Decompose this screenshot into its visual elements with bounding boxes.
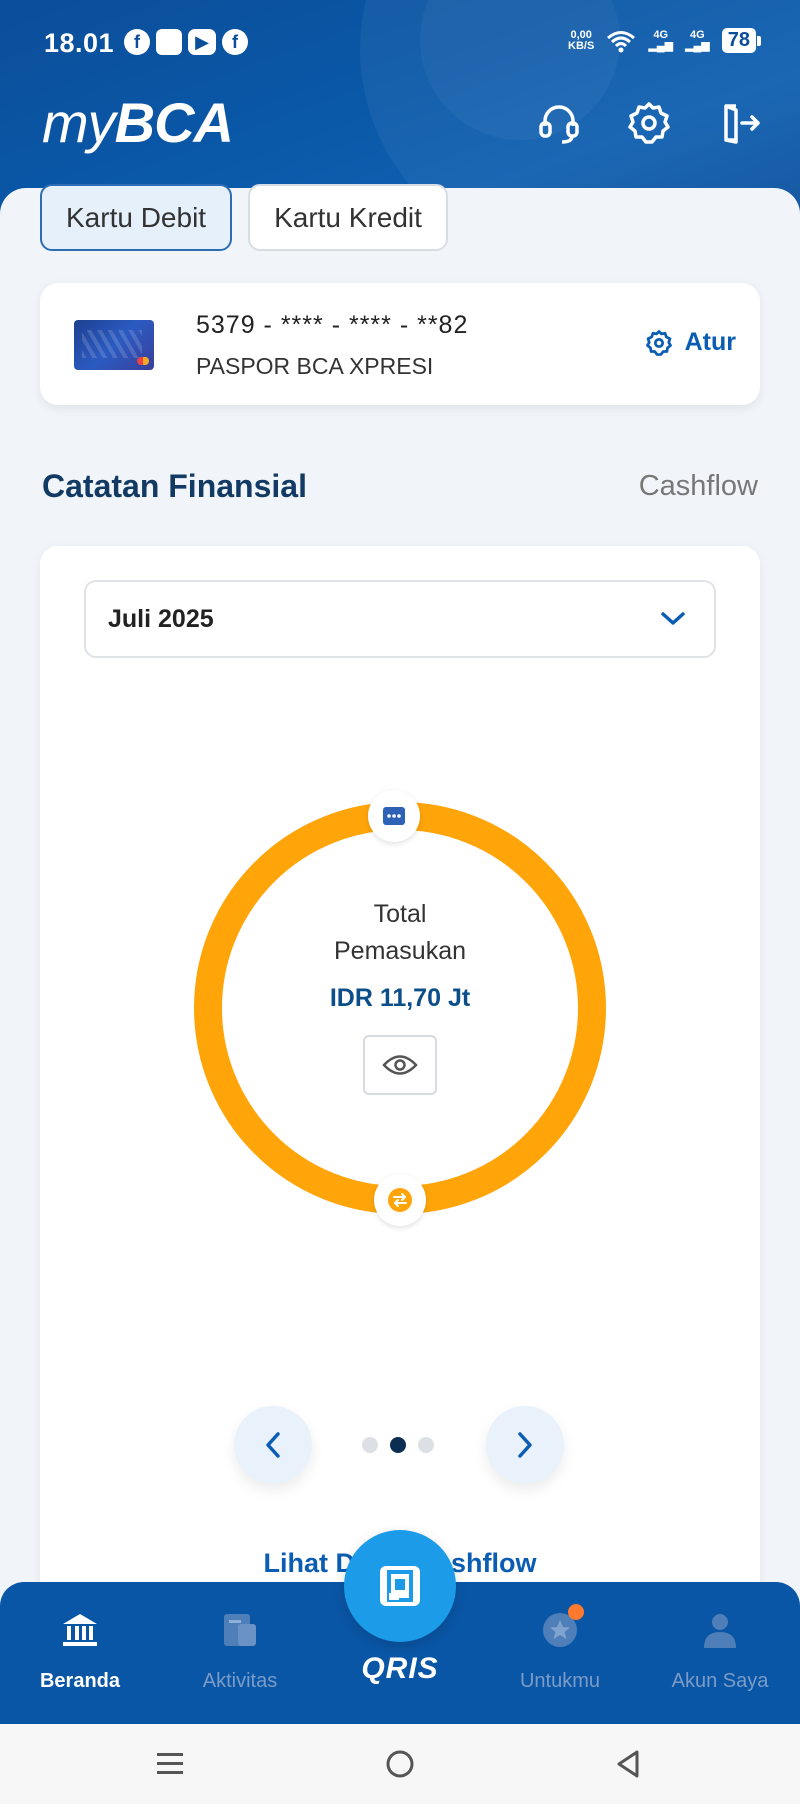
facebook-icon: f bbox=[222, 29, 248, 55]
activity-icon bbox=[218, 1608, 262, 1652]
gear-icon bbox=[645, 329, 672, 356]
more-icon bbox=[383, 807, 405, 825]
logout-icon[interactable] bbox=[714, 98, 764, 148]
card-image bbox=[74, 320, 154, 370]
signal-indicator-2: 4G ▂▄▆ bbox=[685, 28, 710, 52]
donut-title-line1: Total bbox=[373, 900, 427, 928]
transfer-icon bbox=[388, 1188, 412, 1212]
cashflow-link[interactable]: Cashflow bbox=[639, 470, 758, 503]
finance-panel: Juli 2025 Total Pemasukan IDR 11,70 Jt L… bbox=[40, 546, 760, 1606]
nav-untukmu[interactable]: Untukmu bbox=[480, 1582, 640, 1724]
bank-icon bbox=[58, 1608, 102, 1652]
nav-aktivitas[interactable]: Aktivitas bbox=[160, 1582, 320, 1724]
youtube-icon: ▶ bbox=[188, 29, 216, 55]
person-icon bbox=[698, 1608, 742, 1652]
pagination-dots bbox=[362, 1437, 434, 1453]
nav-label: Untukmu bbox=[519, 1670, 601, 1692]
nav-akun-saya[interactable]: Akun Saya bbox=[640, 1582, 800, 1724]
pagination-dot[interactable] bbox=[418, 1437, 434, 1453]
wifi-icon bbox=[607, 30, 636, 52]
facebook-icon: f bbox=[124, 29, 150, 55]
qris-scan-icon bbox=[380, 1566, 420, 1606]
notification-badge bbox=[568, 1604, 584, 1620]
toggle-visibility-button[interactable] bbox=[363, 1035, 437, 1095]
section-title: Catatan Finansial bbox=[42, 468, 307, 504]
donut-center: Total Pemasukan IDR 11,70 Jt bbox=[200, 896, 600, 1095]
pagination-dot-active[interactable] bbox=[390, 1437, 406, 1453]
notification-icons: f ▶ f bbox=[124, 29, 248, 55]
donut-title-line2: Pemasukan bbox=[333, 937, 467, 965]
card-number: 5379 - **** - **** - **82 bbox=[196, 311, 469, 339]
net-speed: 0,00 KB/S bbox=[568, 28, 595, 52]
card-type-tabs: Kartu Debit Kartu Kredit bbox=[40, 184, 448, 251]
chevron-left-icon bbox=[266, 1432, 280, 1458]
header-actions bbox=[534, 98, 764, 148]
tab-kartu-kredit[interactable]: Kartu Kredit bbox=[248, 184, 448, 251]
atur-button[interactable]: Atur bbox=[645, 328, 736, 357]
nav-label: Akun Saya bbox=[671, 1670, 769, 1692]
eye-icon bbox=[382, 1055, 418, 1075]
app-notification-icon bbox=[156, 29, 182, 55]
status-bar: 18.01 f ▶ f 0,00 KB/S 4G ▂▄▆ 4G ▂▄▆ 78 bbox=[0, 0, 800, 84]
debit-card-summary[interactable]: 5379 - **** - **** - **82 PASPOR BCA XPR… bbox=[40, 283, 760, 405]
status-time: 18.01 bbox=[44, 28, 115, 58]
nav-label: Beranda bbox=[39, 1670, 121, 1692]
chevron-right-icon bbox=[518, 1432, 532, 1458]
next-chart-button[interactable] bbox=[486, 1406, 564, 1484]
headset-icon[interactable] bbox=[534, 98, 584, 148]
pagination-dot[interactable] bbox=[362, 1437, 378, 1453]
home-icon[interactable] bbox=[376, 1740, 424, 1788]
nav-beranda[interactable]: Beranda bbox=[0, 1582, 160, 1724]
card-name: PASPOR BCA XPRESI bbox=[196, 353, 434, 379]
qris-label[interactable]: QRIS bbox=[356, 1652, 444, 1686]
back-icon[interactable] bbox=[604, 1740, 652, 1788]
transfer-marker[interactable] bbox=[374, 1174, 426, 1226]
signal-indicator-1: 4G ▂▄▆ bbox=[648, 28, 674, 52]
qris-button[interactable] bbox=[344, 1530, 456, 1642]
nav-label: Aktivitas bbox=[202, 1670, 278, 1692]
prev-chart-button[interactable] bbox=[234, 1406, 312, 1484]
app-logo: myBCA bbox=[42, 91, 234, 154]
income-amount: IDR 11,70 Jt bbox=[329, 984, 471, 1012]
status-indicators: 0,00 KB/S 4G ▂▄▆ 4G ▂▄▆ 78 bbox=[568, 28, 762, 53]
battery-indicator: 78 bbox=[721, 28, 762, 53]
gear-icon[interactable] bbox=[624, 98, 674, 148]
recent-apps-icon[interactable] bbox=[146, 1740, 194, 1788]
tab-kartu-debit[interactable]: Kartu Debit bbox=[40, 184, 233, 251]
system-navigation-bar bbox=[0, 1724, 800, 1804]
more-marker[interactable] bbox=[368, 790, 420, 842]
